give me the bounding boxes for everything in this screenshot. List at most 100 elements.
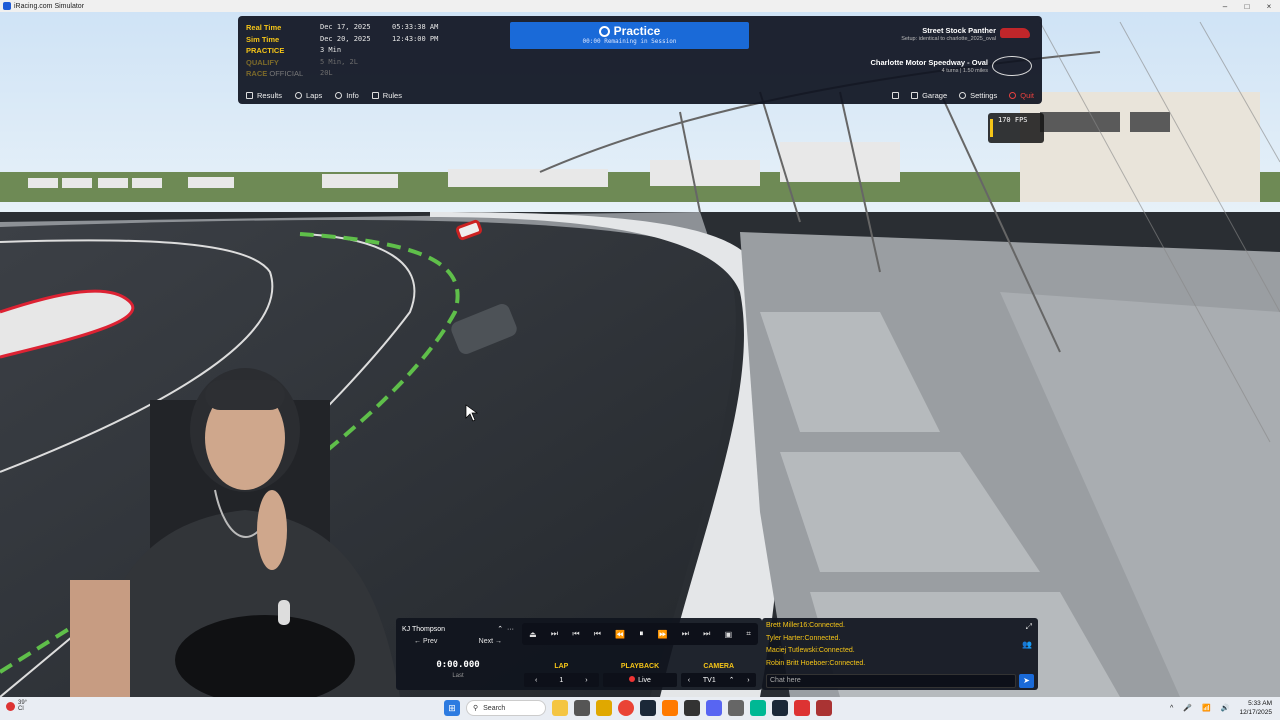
expand-chat-icon[interactable]: ⤢: [1026, 622, 1032, 632]
results-button[interactable]: Results: [246, 91, 282, 100]
clock-date: 12/17/2025: [1239, 709, 1272, 716]
app-icon-green[interactable]: [750, 700, 766, 716]
next-driver-button[interactable]: Next →: [479, 638, 502, 645]
chrome-icon[interactable]: [618, 700, 634, 716]
camera-selector: ‹ TV1 ⌃ ›: [681, 673, 757, 687]
camera-icon[interactable]: ▣: [725, 630, 733, 639]
chat-message: Tyler Harter:Connected.: [766, 634, 841, 642]
car-info: Street Stock Panther Setup: identical to…: [901, 26, 996, 42]
hud-menu-left: Results Laps Info Rules: [246, 91, 402, 100]
driver-selector[interactable]: KJ Thompson ⌃ ···: [402, 623, 514, 635]
camera-prev-icon[interactable]: ‹: [688, 677, 690, 684]
clock[interactable]: 5:33 AM 12/17/2025: [1239, 699, 1272, 717]
window-titlebar: iRacing.com Simulator – □ ×: [0, 0, 1280, 12]
lap-selector: ‹ 1 ›: [524, 673, 599, 687]
widgets-app-icon[interactable]: [552, 700, 568, 716]
hud-menu-right: Garage Settings Quit: [892, 91, 1034, 100]
discord-icon[interactable]: [706, 700, 722, 716]
people-icon[interactable]: 👥: [1022, 640, 1032, 649]
pencil-icon: [892, 92, 900, 99]
eject-icon[interactable]: ⏏: [529, 630, 537, 639]
chat-message: Robin Britt Hoeboer:Connected.: [766, 659, 866, 667]
session-title: Practice: [613, 24, 661, 38]
terminal-icon[interactable]: [684, 700, 700, 716]
fps-bar: [990, 119, 993, 137]
next-lap-icon[interactable]: ⏭: [682, 629, 689, 639]
lap-time: 0:00.000: [436, 660, 480, 670]
weather-widget[interactable]: 39° Cl: [6, 700, 27, 712]
app-icon-generic[interactable]: [728, 700, 744, 716]
prev-driver-button[interactable]: ← Prev: [414, 638, 437, 645]
task-view-icon[interactable]: [574, 700, 590, 716]
iracing-sim-icon[interactable]: [816, 700, 832, 716]
prev-lap-icon[interactable]: ⏮: [594, 629, 601, 639]
session-row-qualify[interactable]: QUALIFY 5 Min, 2L: [246, 57, 476, 69]
chevron-up-icon[interactable]: ⌃: [497, 626, 503, 633]
edit-button[interactable]: [892, 91, 900, 100]
tools-icon[interactable]: ⌗: [746, 629, 751, 639]
taskbar-apps: ⊞ ⚲ Search: [444, 700, 832, 716]
power-icon: [1009, 92, 1017, 99]
camera-next-icon[interactable]: ›: [747, 677, 749, 684]
camera-label: CAMERA: [703, 663, 735, 670]
skip-start-icon[interactable]: ⏭: [551, 629, 558, 639]
playback-live[interactable]: Live: [602, 673, 678, 687]
chat-input[interactable]: Chat here: [766, 674, 1016, 688]
webcam-overlay: [0, 360, 400, 697]
network-icon[interactable]: 📶: [1202, 704, 1211, 712]
garage-button[interactable]: Garage: [911, 91, 947, 100]
replay-values: ‹ 1 › Live ‹ TV1 ⌃ ›: [522, 673, 758, 687]
close-button[interactable]: ×: [1258, 2, 1280, 11]
lap-prev-icon[interactable]: ‹: [535, 677, 537, 684]
session-row-race[interactable]: RACE OFFICIAL 20L: [246, 68, 476, 80]
windows-taskbar: 39° Cl ⊞ ⚲ Search ^ 🎤 📶 🔊 5:33 AM 12/17/20…: [0, 697, 1280, 720]
obs-icon[interactable]: [662, 700, 678, 716]
weather-text: Cl: [18, 706, 24, 712]
steam-icon[interactable]: [640, 700, 656, 716]
camera-menu-icon[interactable]: ⌃: [729, 676, 735, 684]
pause-icon[interactable]: ⏸: [639, 629, 643, 639]
window-title: iRacing.com Simulator: [14, 2, 85, 10]
tray-overflow-icon[interactable]: ^: [1170, 705, 1173, 712]
volume-icon[interactable]: 🔊: [1221, 704, 1230, 712]
prev-session-icon[interactable]: ⏮: [572, 629, 579, 639]
playback-value: Live: [638, 677, 651, 684]
laps-button[interactable]: Laps: [295, 91, 322, 100]
next-session-icon[interactable]: ⏭: [703, 629, 710, 639]
rules-button[interactable]: Rules: [371, 91, 402, 100]
session-remaining: 00:00 Remaining in Session: [582, 38, 677, 45]
quit-button[interactable]: Quit: [1009, 91, 1034, 100]
info-button[interactable]: Info: [335, 91, 359, 100]
search-icon: ⚲: [473, 705, 479, 712]
race-label: RACE: [246, 69, 268, 79]
steam-icon-2[interactable]: [772, 700, 788, 716]
streamer-webcam-image: [70, 368, 400, 697]
iracing-icon[interactable]: [794, 700, 810, 716]
weather-icon: [6, 701, 15, 711]
settings-button[interactable]: Settings: [959, 91, 997, 100]
search-label: Search: [483, 704, 506, 712]
rules-icon: [371, 92, 379, 99]
steering-wheel-icon: [598, 25, 610, 37]
fps-label: 170 FPS: [998, 116, 1028, 124]
fast-forward-icon[interactable]: ⏩: [658, 630, 668, 639]
send-button[interactable]: ➤: [1019, 674, 1034, 688]
rewind-icon[interactable]: ⏪: [615, 630, 625, 639]
taskbar-search[interactable]: ⚲ Search: [466, 700, 546, 716]
replay-panel: KJ Thompson ⌃ ··· ← Prev Next → 0:00.000…: [396, 618, 762, 690]
microphone-icon[interactable]: 🎤: [1183, 704, 1192, 712]
session-row-practice[interactable]: PRACTICE 3 Min: [246, 45, 476, 57]
laps-icon: [295, 92, 303, 99]
car-icon: [1000, 28, 1030, 38]
file-explorer-icon[interactable]: [596, 700, 612, 716]
maximize-button[interactable]: □: [1236, 2, 1258, 11]
iracing-app-icon: [3, 2, 11, 10]
more-options-icon[interactable]: ···: [507, 626, 514, 633]
windows-start-icon[interactable]: ⊞: [444, 700, 460, 716]
lap-next-icon[interactable]: ›: [585, 677, 587, 684]
minimize-button[interactable]: –: [1214, 2, 1236, 11]
playback-controls: ⏏ ⏭ ⏮ ⏮ ⏪ ⏸ ⏩ ⏭ ⏭ ▣ ⌗: [522, 623, 758, 645]
lap-value: 1: [559, 676, 564, 684]
fps-counter: 170 FPS: [988, 113, 1044, 143]
chat-message: Maciej Tutlewski:Connected.: [766, 647, 855, 654]
